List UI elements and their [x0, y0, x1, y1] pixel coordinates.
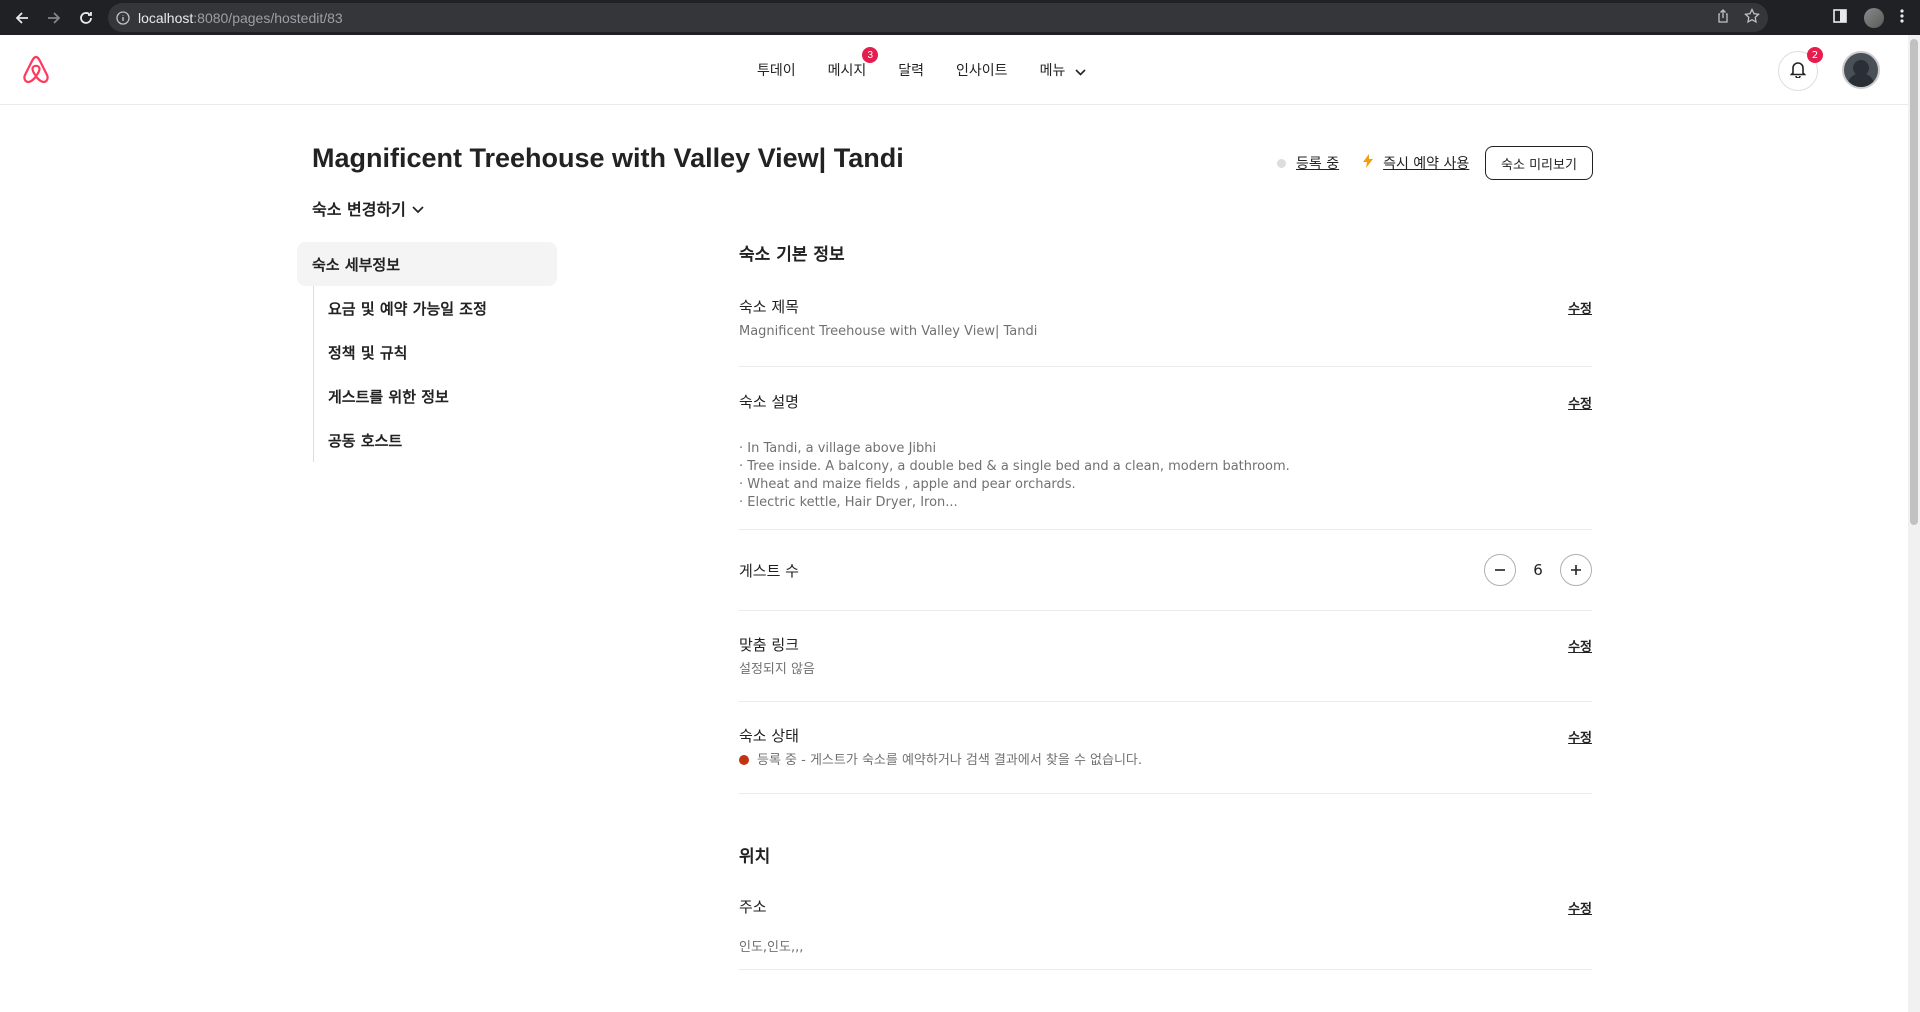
side-panel-icon[interactable] [1832, 8, 1848, 28]
bookmark-star-icon[interactable] [1744, 7, 1760, 28]
nav-messages-label: 메시지 [827, 62, 867, 78]
nav-menu[interactable]: 메뉴 [1040, 60, 1087, 80]
increase-guests-button[interactable] [1560, 554, 1592, 586]
switch-listing-label: 숙소 변경하기 [312, 200, 406, 219]
address-label: 주소 [739, 898, 767, 916]
nav-menu-label: 메뉴 [1039, 62, 1066, 78]
listing-title-value: Magnificent Treehouse with Valley View| … [739, 324, 1038, 339]
nav-insights[interactable]: 인사이트 [956, 60, 1008, 80]
page-title: Magnificent Treehouse with Valley View| … [312, 143, 904, 173]
basic-info-section-title: 숙소 기본 정보 [739, 245, 845, 265]
sidebar-item-policies-rules[interactable]: 정책 및 규칙 [314, 330, 557, 374]
page-scrollbar[interactable] [1908, 35, 1920, 1012]
browser-menu-icon[interactable] [1900, 8, 1904, 28]
status-dot-icon [1277, 158, 1286, 168]
custom-link-value: 설정되지 않음 [739, 662, 815, 677]
edit-description-link[interactable]: 수정 [1568, 393, 1592, 412]
back-button[interactable] [6, 0, 38, 35]
sidebar-sublist: 요금 및 예약 가능일 조정 정책 및 규칙 게스트를 위한 정보 공동 호스트 [313, 286, 557, 462]
chevron-down-icon [1075, 63, 1086, 79]
sidebar-item-pricing-availability[interactable]: 요금 및 예약 가능일 조정 [314, 286, 557, 330]
address-value: 인도,인도,,, [739, 940, 804, 955]
edit-status-link[interactable]: 수정 [1568, 727, 1592, 746]
sidebar-item-co-hosts[interactable]: 공동 호스트 [314, 418, 557, 462]
listing-description-row: 숙소 설명 · In Tandi, a village above Jibhi … [739, 367, 1592, 530]
edit-custom-link[interactable]: 수정 [1568, 636, 1592, 655]
forward-button[interactable] [38, 0, 70, 35]
listing-description-label: 숙소 설명 [739, 393, 799, 411]
address-row: 주소 인도,인도,,, 수정 [739, 878, 1592, 970]
share-icon[interactable] [1716, 8, 1730, 27]
status-red-dot-icon [739, 755, 749, 765]
listing-description-value: · In Tandi, a village above Jibhi · Tree… [739, 440, 1592, 512]
description-line: · In Tandi, a village above Jibhi [739, 441, 937, 456]
browser-toolbar: localhost:8080/pages/hostedit/83 [0, 0, 1920, 35]
edit-address-link[interactable]: 수정 [1568, 898, 1592, 917]
browser-profile-avatar[interactable] [1864, 7, 1884, 28]
sidebar: 숙소 세부정보 요금 및 예약 가능일 조정 정책 및 규칙 게스트를 위한 정… [297, 242, 557, 462]
chevron-down-icon [412, 199, 424, 218]
guest-count-row: 게스트 수 6 [739, 530, 1592, 611]
top-nav: 투데이 메시지 3 달력 인사이트 메뉴 [757, 35, 1118, 105]
guest-count-value: 6 [1533, 561, 1543, 579]
nav-messages[interactable]: 메시지 3 [827, 47, 879, 80]
listing-status-link[interactable]: 등록 중 [1296, 153, 1339, 173]
description-line: · Electric kettle, Hair Dryer, Iron... [739, 495, 958, 510]
switch-listing-dropdown[interactable]: 숙소 변경하기 [312, 196, 424, 220]
bell-icon [1789, 60, 1807, 82]
listing-status-value-wrap: 등록 중 - 게스트가 숙소를 예약하거나 검색 결과에서 찾을 수 없습니다. [739, 752, 1592, 770]
airbnb-logo-icon[interactable] [20, 53, 52, 87]
nav-calendar[interactable]: 달력 [898, 60, 924, 80]
app-header: 투데이 메시지 3 달력 인사이트 메뉴 2 [0, 35, 1908, 105]
site-info-icon[interactable] [108, 10, 138, 25]
custom-link-row: 맞춤 링크 설정되지 않음 수정 [739, 611, 1592, 702]
listing-title-label: 숙소 제목 [739, 298, 799, 316]
main-content: 숙소 기본 정보 숙소 제목 Magnificent Treehouse wit… [739, 240, 1592, 970]
guest-count-label: 게스트 수 [739, 562, 799, 580]
notifications-button[interactable]: 2 [1778, 47, 1823, 91]
listing-title-row: 숙소 제목 Magnificent Treehouse with Valley … [739, 276, 1592, 367]
lightning-icon [1363, 154, 1374, 172]
guest-count-stepper: 6 [1484, 554, 1592, 586]
description-line: · Wheat and maize fields , apple and pea… [739, 477, 1076, 492]
custom-link-label: 맞춤 링크 [739, 636, 799, 654]
description-line: · Tree inside. A balcony, a double bed &… [739, 459, 1290, 474]
scrollbar-thumb[interactable] [1910, 39, 1918, 525]
reload-button[interactable] [70, 0, 102, 35]
sidebar-item-guest-info[interactable]: 게스트를 위한 정보 [314, 374, 557, 418]
decrease-guests-button[interactable] [1484, 554, 1516, 586]
instant-book-link[interactable]: 즉시 예약 사용 [1383, 153, 1469, 173]
preview-listing-button[interactable]: 숙소 미리보기 [1485, 146, 1593, 180]
nav-today[interactable]: 투데이 [757, 60, 796, 80]
listing-status-label: 숙소 상태 [739, 727, 799, 745]
listing-status-area: 등록 중 즉시 예약 사용 [1277, 146, 1469, 180]
edit-title-link[interactable]: 수정 [1568, 298, 1592, 317]
listing-status-row: 숙소 상태 등록 중 - 게스트가 숙소를 예약하거나 검색 결과에서 찾을 수… [739, 702, 1592, 794]
url-text: localhost:8080/pages/hostedit/83 [138, 9, 343, 26]
profile-avatar[interactable] [1842, 51, 1880, 89]
notifications-badge: 2 [1807, 47, 1823, 63]
sidebar-item-listing-details[interactable]: 숙소 세부정보 [297, 242, 557, 286]
listing-status-value: 등록 중 - 게스트가 숙소를 예약하거나 검색 결과에서 찾을 수 없습니다. [757, 753, 1143, 768]
messages-badge: 3 [862, 47, 879, 63]
location-section-title: 위치 [739, 847, 771, 867]
address-bar[interactable]: localhost:8080/pages/hostedit/83 [108, 3, 1768, 32]
